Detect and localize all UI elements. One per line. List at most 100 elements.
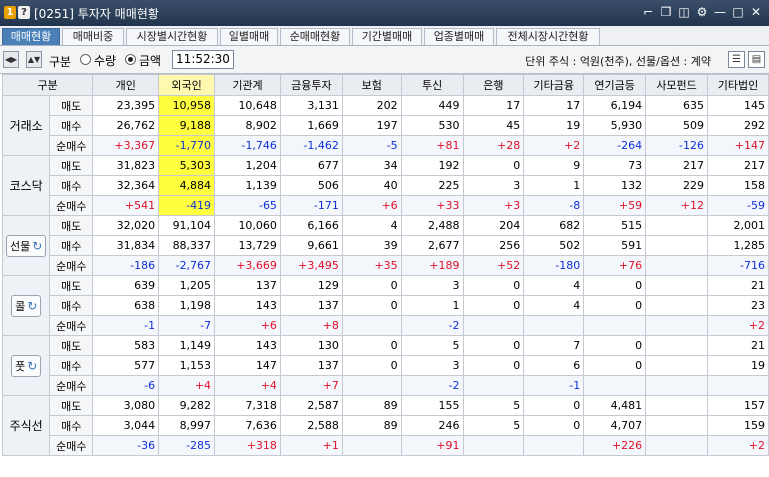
table-cell[interactable]: 7,636 <box>214 415 281 436</box>
table-cell[interactable]: 3,131 <box>279 95 343 116</box>
table-cell[interactable]: 158 <box>707 175 769 196</box>
table-cell[interactable]: 0 <box>583 295 647 316</box>
table-cell[interactable]: 583 <box>92 335 160 356</box>
table-cell[interactable]: 1,669 <box>279 115 343 136</box>
table-cell[interactable]: 5 <box>400 335 464 356</box>
help-badge[interactable]: ? <box>18 6 30 19</box>
table-cell[interactable]: 5,303 <box>158 155 216 176</box>
table-cell[interactable] <box>462 435 525 456</box>
table-cell[interactable]: -59 <box>707 195 769 216</box>
table-cell[interactable]: 0 <box>583 335 647 356</box>
section-toggle-button[interactable]: 콜 ↻ <box>11 294 42 317</box>
table-cell[interactable]: 10,958 <box>158 95 216 116</box>
table-cell[interactable]: 34 <box>341 155 402 176</box>
table-cell[interactable]: -285 <box>158 435 216 456</box>
table-cell[interactable]: +6 <box>214 315 281 336</box>
table-cell[interactable]: 31,834 <box>92 235 160 256</box>
table-cell[interactable]: 4 <box>523 295 585 316</box>
table-cell[interactable]: +147 <box>707 135 769 156</box>
table-cell[interactable]: 292 <box>707 115 769 136</box>
table-cell[interactable]: +4 <box>214 375 281 396</box>
list-view-icon[interactable]: ☰ <box>728 51 745 68</box>
table-cell[interactable]: -6 <box>92 375 160 396</box>
header-other-corp[interactable]: 기타법인 <box>707 74 769 96</box>
table-cell[interactable] <box>645 215 709 236</box>
table-cell[interactable]: 0 <box>462 355 525 376</box>
table-cell[interactable]: 88,337 <box>158 235 216 256</box>
tab-trade-ratio[interactable]: 매매비중 <box>62 28 124 45</box>
table-cell[interactable]: 31,823 <box>92 155 160 176</box>
table-cell[interactable] <box>645 235 709 256</box>
table-cell[interactable]: 155 <box>400 395 464 416</box>
table-cell[interactable]: 2,677 <box>400 235 464 256</box>
table-cell[interactable]: 256 <box>462 235 525 256</box>
table-cell[interactable] <box>645 335 709 356</box>
table-cell[interactable]: 17 <box>462 95 525 116</box>
table-cell[interactable]: 137 <box>214 275 281 296</box>
table-cell[interactable] <box>645 315 709 336</box>
section-toggle-button[interactable]: 풋 ↻ <box>11 354 42 377</box>
table-cell[interactable]: 4,884 <box>158 175 216 196</box>
table-cell[interactable]: 157 <box>707 395 769 416</box>
table-cell[interactable]: 4,707 <box>583 415 647 436</box>
header-private-fund[interactable]: 사모펀드 <box>645 74 709 96</box>
table-cell[interactable]: 8,902 <box>214 115 281 136</box>
table-cell[interactable]: 682 <box>523 215 585 236</box>
table-cell[interactable]: -126 <box>645 135 709 156</box>
table-cell[interactable]: 32,364 <box>92 175 160 196</box>
table-cell[interactable] <box>341 375 402 396</box>
table-cell[interactable] <box>645 355 709 376</box>
table-cell[interactable]: 0 <box>583 355 647 376</box>
table-cell[interactable]: 21 <box>707 335 769 356</box>
table-cell[interactable]: +3 <box>462 195 525 216</box>
table-cell[interactable]: 159 <box>707 415 769 436</box>
table-cell[interactable]: 137 <box>279 295 343 316</box>
table-cell[interactable]: 21 <box>707 275 769 296</box>
table-cell[interactable] <box>645 295 709 316</box>
table-cell[interactable]: 1 <box>400 295 464 316</box>
table-cell[interactable]: 1,149 <box>158 335 216 356</box>
table-cell[interactable]: 9,661 <box>279 235 343 256</box>
table-cell[interactable]: 515 <box>583 215 647 236</box>
table-cell[interactable]: 19 <box>523 115 585 136</box>
table-cell[interactable] <box>523 435 585 456</box>
header-pension[interactable]: 연기금등 <box>583 74 647 96</box>
table-cell[interactable]: -65 <box>214 195 281 216</box>
table-cell[interactable]: +4 <box>158 375 216 396</box>
table-cell[interactable]: +2 <box>707 435 769 456</box>
table-cell[interactable]: 1,205 <box>158 275 216 296</box>
table-cell[interactable]: +59 <box>583 195 647 216</box>
table-cell[interactable]: 3 <box>400 275 464 296</box>
table-cell[interactable] <box>523 315 585 336</box>
table-cell[interactable] <box>583 375 647 396</box>
table-cell[interactable]: 2,488 <box>400 215 464 236</box>
table-cell[interactable] <box>645 395 709 416</box>
table-cell[interactable]: 6,166 <box>279 215 343 236</box>
header-institution[interactable]: 기관계 <box>214 74 281 96</box>
table-cell[interactable]: 89 <box>341 395 402 416</box>
table-cell[interactable]: 6 <box>523 355 585 376</box>
table-cell[interactable]: 23,395 <box>92 95 160 116</box>
table-cell[interactable]: +8 <box>279 315 343 336</box>
table-cell[interactable]: 202 <box>341 95 402 116</box>
table-cell[interactable]: 197 <box>341 115 402 136</box>
table-cell[interactable]: 137 <box>279 355 343 376</box>
table-cell[interactable]: 4 <box>523 275 585 296</box>
table-cell[interactable] <box>645 255 709 276</box>
table-cell[interactable]: 19 <box>707 355 769 376</box>
table-cell[interactable]: 3,080 <box>92 395 160 416</box>
table-cell[interactable] <box>462 315 525 336</box>
table-cell[interactable]: +226 <box>583 435 647 456</box>
table-cell[interactable]: 449 <box>400 95 464 116</box>
table-cell[interactable]: -2,767 <box>158 255 216 276</box>
table-cell[interactable]: 0 <box>462 155 525 176</box>
table-cell[interactable]: 506 <box>279 175 343 196</box>
header-bank[interactable]: 은행 <box>462 74 525 96</box>
amount-radio-label[interactable]: 금액 <box>139 52 161 69</box>
tab-daily[interactable]: 일별매매 <box>220 28 278 45</box>
table-cell[interactable]: 8,997 <box>158 415 216 436</box>
table-cell[interactable]: 0 <box>341 275 402 296</box>
table-cell[interactable]: 3,044 <box>92 415 160 436</box>
table-cell[interactable]: -1,746 <box>214 135 281 156</box>
table-cell[interactable]: 9,188 <box>158 115 216 136</box>
